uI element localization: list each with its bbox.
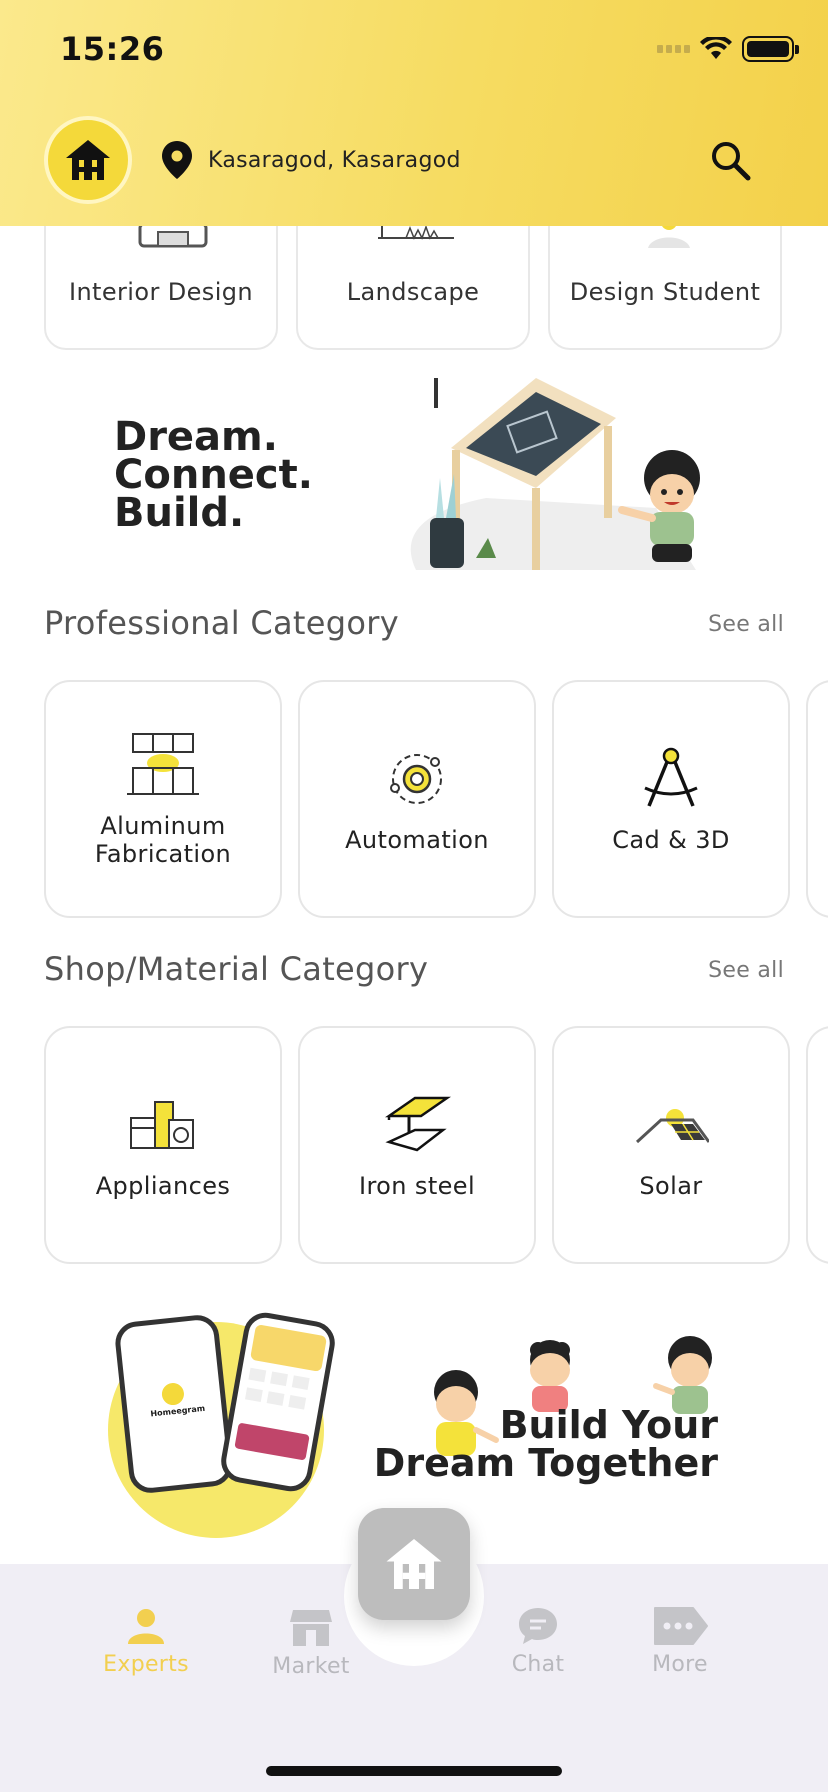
category-label-line1: Aluminum [100, 812, 226, 840]
category-label: Iron steel [358, 1172, 476, 1200]
nav-item-chat[interactable]: Chat [478, 1606, 598, 1677]
shop-see-all-link[interactable]: See all [708, 958, 784, 983]
steel-beam-icon [384, 1096, 452, 1152]
app-logo[interactable] [44, 116, 132, 204]
category-label: Solar [639, 1172, 703, 1200]
phone-mockup-left: Homeegram [113, 1313, 235, 1495]
app-header: 15:26 Kasaragod, Kasaragod [0, 0, 828, 226]
chat-icon [519, 1608, 557, 1644]
home-indicator [266, 1766, 562, 1776]
category-card-partial[interactable] [806, 1026, 828, 1264]
banner-line-connect: Connect. [114, 452, 313, 498]
store-icon [290, 1610, 332, 1646]
nav-label: More [652, 1652, 708, 1677]
category-label-line2: Fabrication [94, 840, 232, 868]
status-icons [657, 36, 799, 62]
compass-icon [644, 747, 698, 807]
category-card-cad-3d[interactable]: Cad & 3D [552, 680, 790, 918]
location-selector[interactable]: Kasaragod, Kasaragod [160, 140, 461, 180]
status-time: 15:26 [60, 30, 165, 68]
location-pin-icon [162, 141, 192, 179]
phone-app-name: Homeegram [150, 1403, 206, 1419]
cabinet-icon [127, 733, 199, 795]
promo-line1: Build Your [499, 1403, 718, 1447]
gear-automation-icon [390, 754, 442, 804]
shop-category-row[interactable]: Appliances Iron steel Solar [44, 1026, 828, 1264]
promo-line2: Dream Together [373, 1441, 718, 1485]
category-label: Aluminum Fabrication [95, 812, 231, 868]
category-label: Interior Design [68, 278, 254, 306]
promo-headline: Build Your Dream Together [374, 1406, 718, 1482]
person-icon [128, 1609, 164, 1644]
more-tag-icon [654, 1607, 708, 1645]
professional-category-title: Professional Category [44, 604, 399, 642]
sofa-icon [138, 222, 208, 248]
search-icon[interactable] [708, 138, 752, 182]
category-label: Automation [345, 826, 489, 854]
home-fab-button[interactable] [358, 1508, 470, 1620]
nav-label: Chat [511, 1652, 565, 1677]
wifi-icon [700, 37, 732, 59]
category-card-automation[interactable]: Automation [298, 680, 536, 918]
shop-category-title: Shop/Material Category [44, 950, 429, 988]
professional-category-row[interactable]: Aluminum Fabrication Automation Cad & 3D [44, 680, 828, 918]
home-logo-icon [386, 1539, 442, 1589]
solar-panel-icon [635, 1109, 709, 1144]
signal-icon [657, 45, 690, 53]
category-label: Design Student [569, 278, 761, 306]
nav-item-market[interactable]: Market [251, 1606, 371, 1679]
location-text: Kasaragod, Kasaragod [208, 147, 461, 173]
banner-line-dream: Dream. [114, 414, 278, 460]
category-card-partial[interactable] [806, 680, 828, 918]
appliances-icon [130, 1101, 194, 1149]
category-label: Appliances [95, 1172, 231, 1200]
category-card-aluminum-fabrication[interactable]: Aluminum Fabrication [44, 680, 282, 918]
category-card-iron-steel[interactable]: Iron steel [298, 1026, 536, 1264]
category-card-appliances[interactable]: Appliances [44, 1026, 282, 1264]
home-logo-icon [66, 140, 110, 180]
nav-label: Market [272, 1654, 350, 1679]
battery-icon [742, 36, 799, 62]
banner-line-build: Build. [114, 490, 245, 536]
category-label: Landscape [346, 278, 480, 306]
banner-illustration [410, 378, 700, 570]
category-label: Cad & 3D [612, 826, 730, 854]
professional-see-all-link[interactable]: See all [708, 612, 784, 637]
category-card-solar[interactable]: Solar [552, 1026, 790, 1264]
nav-label: Experts [103, 1652, 189, 1677]
nav-item-experts[interactable]: Experts [86, 1606, 206, 1677]
banner-tagline: Dream. Connect. Build. [114, 414, 313, 536]
nav-item-more[interactable]: More [620, 1606, 740, 1677]
